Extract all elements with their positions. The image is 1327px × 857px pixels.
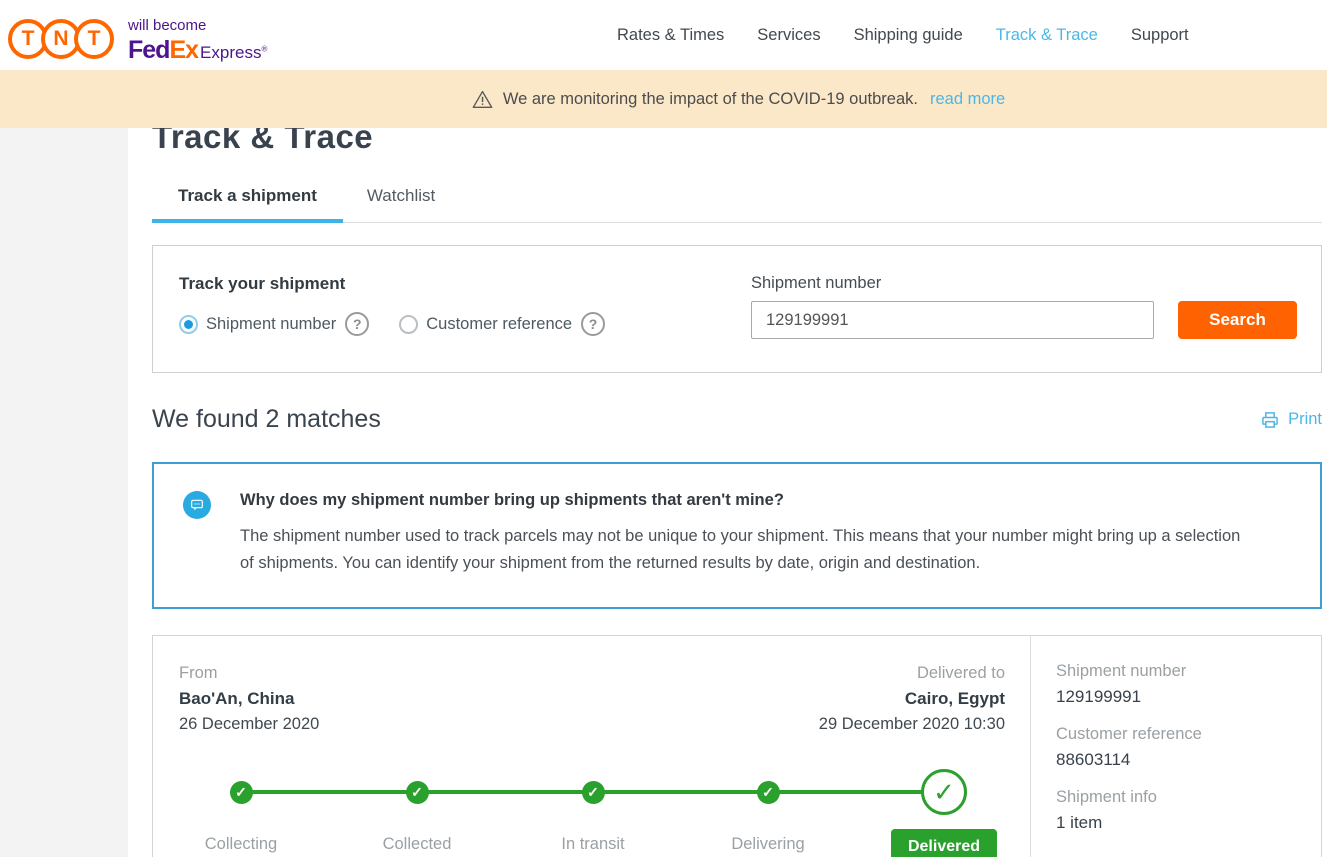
step-label: In transit — [523, 835, 663, 854]
check-icon: ✓ — [757, 781, 780, 804]
info-box-title: Why does my shipment number bring up shi… — [240, 491, 1258, 510]
print-label: Print — [1288, 410, 1322, 429]
radio-customer-reference-label[interactable]: Customer reference — [426, 315, 572, 334]
detail-value: 1 item — [1056, 813, 1321, 833]
radio-shipment-number[interactable] — [179, 315, 198, 334]
print-link[interactable]: Print — [1260, 410, 1322, 430]
fedex-brand-block: will become FedExExpress® — [128, 18, 267, 64]
detail-customer-reference: Customer reference 88603114 — [1056, 725, 1321, 770]
check-icon: ✓ — [921, 769, 967, 815]
warning-triangle-icon — [472, 89, 493, 109]
help-icon[interactable]: ? — [581, 312, 605, 336]
site-header: T N T will become FedExExpress® Rates & … — [0, 0, 1327, 70]
step-label: Collected — [347, 835, 487, 854]
read-more-link[interactable]: read more — [930, 90, 1005, 109]
radio-customer-reference[interactable] — [399, 315, 418, 334]
speech-bubble-icon — [183, 491, 211, 519]
check-icon: ✓ — [230, 781, 253, 804]
shipment-result-card[interactable]: From Bao'An, China 26 December 2020 Deli… — [152, 635, 1322, 857]
detail-shipment-info: Shipment info 1 item — [1056, 788, 1321, 833]
shipment-route-panel: From Bao'An, China 26 December 2020 Deli… — [153, 636, 1031, 857]
results-header-row: We found 2 matches Print — [152, 405, 1322, 434]
check-icon: ✓ — [406, 781, 429, 804]
page-title: Track & Trace — [152, 128, 1322, 156]
nav-item-services[interactable]: Services — [757, 26, 820, 45]
tab-bar: Track a shipment Watchlist — [152, 186, 1322, 223]
fedex-fed-text: Fed — [128, 36, 169, 64]
printer-icon — [1260, 410, 1280, 430]
fedex-express-text: Express — [200, 43, 261, 62]
shipment-number-label: Shipment number — [751, 274, 1297, 293]
radio-shipment-number-label[interactable]: Shipment number — [206, 315, 336, 334]
to-date: 29 December 2020 10:30 — [819, 715, 1005, 734]
help-icon[interactable]: ? — [345, 312, 369, 336]
covid-banner: We are monitoring the impact of the COVI… — [0, 70, 1327, 128]
step-label: Delivering — [698, 835, 838, 854]
to-city: Cairo, Egypt — [819, 689, 1005, 709]
step-collected: ✓ Collected — [347, 769, 487, 854]
detail-label: Shipment number — [1056, 662, 1321, 681]
from-label: From — [179, 664, 319, 683]
step-in-transit: ✓ In transit — [523, 769, 663, 854]
tnt-logo[interactable]: T N T will become FedExExpress® — [0, 6, 267, 64]
form-legend: Track your shipment — [179, 274, 751, 294]
detail-value: 88603114 — [1056, 750, 1321, 770]
registered-mark: ® — [261, 44, 267, 53]
main-content: Track & Trace Track a shipment Watchlist… — [128, 128, 1327, 857]
detail-label: Shipment info — [1056, 788, 1321, 807]
brand-tagline: will become — [128, 18, 267, 35]
delivered-badge: Delivered — [891, 829, 997, 857]
step-delivering: ✓ Delivering — [698, 769, 838, 854]
nav-item-support[interactable]: Support — [1131, 26, 1189, 45]
delivered-to-label: Delivered to — [819, 664, 1005, 683]
info-box: Why does my shipment number bring up shi… — [152, 462, 1322, 609]
shipment-details-panel: Shipment number 129199991 Customer refer… — [1031, 636, 1321, 857]
track-form-card: Track your shipment Shipment number ? Cu… — [152, 245, 1322, 373]
track-form-options: Track your shipment Shipment number ? Cu… — [179, 274, 751, 372]
progress-tracker: ✓ Collecting ✓ Collected ✓ In transit ✓ … — [153, 769, 1031, 857]
nav-item-track-trace[interactable]: Track & Trace — [996, 26, 1098, 45]
step-delivered: ✓ Delivered — [874, 769, 1014, 857]
radio-row: Shipment number ? Customer reference ? — [179, 312, 751, 336]
nav-item-rates-times[interactable]: Rates & Times — [617, 26, 724, 45]
route-to-block: Delivered to Cairo, Egypt 29 December 20… — [819, 664, 1005, 734]
tab-track-a-shipment[interactable]: Track a shipment — [152, 186, 343, 223]
fedex-ex-text: Ex — [169, 36, 198, 64]
step-collecting: ✓ Collecting — [171, 769, 311, 854]
tnt-letter-circle: T — [74, 19, 114, 59]
from-city: Bao'An, China — [179, 689, 319, 709]
detail-value: 129199991 — [1056, 687, 1321, 707]
detail-label: Customer reference — [1056, 725, 1321, 744]
shipment-number-input[interactable] — [751, 301, 1154, 339]
track-form-input-area: Shipment number Search — [751, 274, 1297, 372]
banner-text: We are monitoring the impact of the COVI… — [503, 90, 918, 109]
tnt-logo-icon: T N T — [8, 6, 114, 59]
nav-item-shipping-guide[interactable]: Shipping guide — [854, 26, 963, 45]
from-date: 26 December 2020 — [179, 715, 319, 734]
step-label: Collecting — [171, 835, 311, 854]
results-heading: We found 2 matches — [152, 405, 381, 434]
info-box-text: Why does my shipment number bring up shi… — [240, 491, 1258, 577]
info-box-body: The shipment number used to track parcel… — [240, 523, 1258, 577]
check-icon: ✓ — [582, 781, 605, 804]
search-button[interactable]: Search — [1178, 301, 1297, 339]
tab-watchlist[interactable]: Watchlist — [343, 186, 461, 222]
main-nav: Rates & Times Services Shipping guide Tr… — [617, 0, 1189, 70]
fedex-wordmark: FedExExpress® — [128, 37, 267, 65]
detail-shipment-number: Shipment number 129199991 — [1056, 662, 1321, 707]
route-from-block: From Bao'An, China 26 December 2020 — [179, 664, 319, 734]
